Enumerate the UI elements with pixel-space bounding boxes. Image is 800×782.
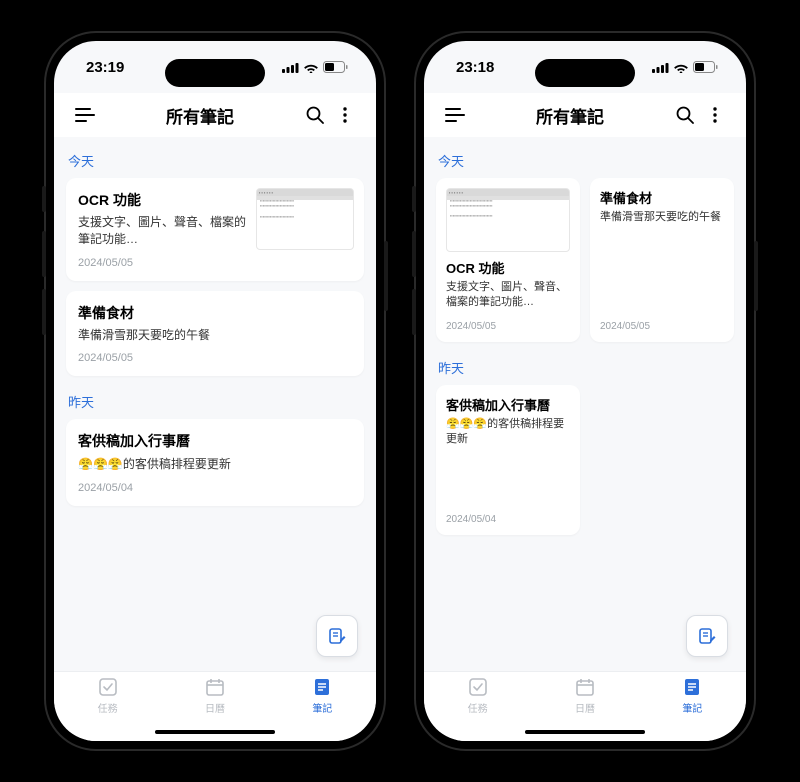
dynamic-island — [535, 59, 635, 87]
home-indicator[interactable] — [155, 730, 275, 734]
page-title: 所有筆記 — [470, 103, 670, 128]
more-vertical-icon — [343, 107, 347, 123]
note-title: 準備食材 — [78, 303, 352, 323]
menu-button[interactable] — [440, 100, 470, 130]
section-label-today: 今天 — [436, 145, 734, 178]
note-card[interactable]: ▪ ▪ ▪ ▪ ▪ ▪ ▪▪▪▪▪▪▪▪▪▪▪▪▪▪▪▪▪▪▪▪▪▪▪▪▪▪▪▪… — [436, 178, 580, 342]
note-title: OCR 功能 — [446, 258, 570, 277]
wifi-icon — [303, 62, 319, 73]
phone-right: 23:18 所有筆記 今天 ▪ ▪ — [414, 31, 756, 751]
more-vertical-icon — [713, 107, 717, 123]
status-time: 23:18 — [456, 59, 494, 76]
app-header: 所有筆記 — [424, 93, 746, 137]
dynamic-island — [165, 59, 265, 87]
menu-button[interactable] — [70, 100, 100, 130]
side-button — [42, 231, 46, 277]
tab-tasks[interactable]: 任務 — [54, 676, 161, 741]
tab-notes[interactable]: 筆記 — [269, 676, 376, 741]
note-date: 2024/05/05 — [446, 321, 570, 332]
phone-left: 23:19 所有筆記 今天 OCR 功能 — [44, 31, 386, 751]
new-note-button[interactable] — [316, 615, 358, 657]
note-title: 客供稿加入行事曆 — [446, 395, 570, 414]
home-indicator[interactable] — [525, 730, 645, 734]
battery-icon — [323, 61, 348, 73]
more-button[interactable] — [700, 100, 730, 130]
tab-tasks[interactable]: 任務 — [424, 676, 531, 741]
screen: 23:19 所有筆記 今天 OCR 功能 — [54, 41, 376, 741]
page-title: 所有筆記 — [100, 103, 300, 128]
battery-icon — [693, 61, 718, 73]
task-icon — [467, 676, 489, 698]
search-button[interactable] — [670, 100, 700, 130]
note-card[interactable]: 準備食材 準備滑雪那天要吃的午餐 2024/05/05 — [66, 291, 364, 376]
note-desc: 準備滑雪那天要吃的午餐 — [78, 327, 352, 344]
note-title: 客供稿加入行事曆 — [78, 431, 352, 451]
note-desc: 😤😤😤的客供稿排程要更新 — [78, 457, 231, 471]
calendar-icon — [574, 676, 596, 698]
signal-icon — [652, 62, 669, 73]
status-icons — [282, 61, 348, 73]
side-button — [412, 231, 416, 277]
note-edit-icon — [697, 626, 717, 646]
tab-label: 日曆 — [575, 700, 595, 715]
tab-label: 筆記 — [682, 700, 702, 715]
side-button — [384, 241, 388, 311]
note-edit-icon — [327, 626, 347, 646]
signal-icon — [282, 62, 299, 73]
note-card[interactable]: 準備食材 準備滑雪那天要吃的午餐 2024/05/05 — [590, 178, 734, 342]
search-icon — [306, 106, 324, 124]
note-date: 2024/05/04 — [446, 514, 570, 525]
search-button[interactable] — [300, 100, 330, 130]
tab-notes[interactable]: 筆記 — [639, 676, 746, 741]
more-button[interactable] — [330, 100, 360, 130]
note-card[interactable]: OCR 功能 支援文字、圖片、聲音、檔案的筆記功能… 2024/05/05 ▪ … — [66, 178, 364, 281]
note-desc: 支援文字、圖片、聲音、檔案的筆記功能… — [446, 280, 570, 311]
side-button — [42, 186, 46, 212]
task-icon — [97, 676, 119, 698]
hamburger-icon — [75, 108, 95, 122]
note-desc: 準備滑雪那天要吃的午餐 — [600, 210, 724, 311]
note-desc: 😤😤😤的客供稿排程要更新 — [446, 417, 570, 504]
wifi-icon — [673, 62, 689, 73]
side-button — [412, 186, 416, 212]
note-thumbnail: ▪ ▪ ▪ ▪ ▪ ▪ ▪▪▪▪▪▪▪▪▪▪▪▪▪▪▪▪▪▪▪▪▪▪▪▪▪▪▪▪… — [446, 188, 570, 252]
new-note-button[interactable] — [686, 615, 728, 657]
side-button — [412, 289, 416, 335]
side-button — [42, 289, 46, 335]
tab-label: 任務 — [98, 700, 118, 715]
search-icon — [676, 106, 694, 124]
section-label-today: 今天 — [66, 145, 364, 178]
notes-grid[interactable]: 今天 ▪ ▪ ▪ ▪ ▪ ▪ ▪▪▪▪▪▪▪▪▪▪▪▪▪▪▪▪▪▪▪▪▪▪▪▪▪… — [424, 137, 746, 671]
note-thumbnail: ▪ ▪ ▪ ▪ ▪ ▪ ▪▪▪▪▪▪▪▪▪▪▪▪▪▪▪▪▪▪▪▪▪▪▪▪▪▪▪▪… — [256, 188, 354, 250]
note-date: 2024/05/04 — [78, 482, 352, 494]
tab-label: 任務 — [468, 700, 488, 715]
note-title: 準備食材 — [600, 188, 724, 207]
note-card[interactable]: 客供稿加入行事曆 😤😤😤的客供稿排程要更新 2024/05/04 — [436, 385, 580, 535]
note-desc: 支援文字、圖片、聲音、檔案的筆記功能… — [78, 214, 246, 249]
tab-label: 日曆 — [205, 700, 225, 715]
section-label-yesterday: 昨天 — [66, 386, 364, 419]
section-label-yesterday: 昨天 — [436, 352, 734, 385]
status-icons — [652, 61, 718, 73]
app-header: 所有筆記 — [54, 93, 376, 137]
note-card[interactable]: 客供稿加入行事曆 😤😤😤的客供稿排程要更新 2024/05/04 — [66, 419, 364, 505]
tab-label: 筆記 — [312, 700, 332, 715]
screen: 23:18 所有筆記 今天 ▪ ▪ — [424, 41, 746, 741]
note-icon — [311, 676, 333, 698]
note-date: 2024/05/05 — [78, 352, 352, 364]
hamburger-icon — [445, 108, 465, 122]
note-date: 2024/05/05 — [600, 321, 724, 332]
side-button — [754, 241, 758, 311]
status-time: 23:19 — [86, 59, 124, 76]
note-date: 2024/05/05 — [78, 257, 246, 269]
calendar-icon — [204, 676, 226, 698]
note-title: OCR 功能 — [78, 190, 246, 210]
note-icon — [681, 676, 703, 698]
notes-list[interactable]: 今天 OCR 功能 支援文字、圖片、聲音、檔案的筆記功能… 2024/05/05… — [54, 137, 376, 671]
